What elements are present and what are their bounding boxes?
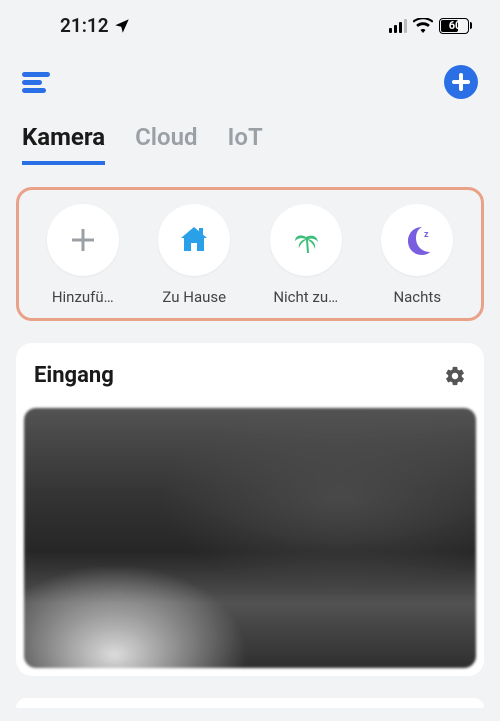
status-indicators: 60 [389, 18, 472, 34]
mode-bar: Hinzufü… Zu Hause Nicht zu… z Nachts [16, 187, 484, 321]
tab-bar: Kamera Cloud IoT [0, 109, 500, 165]
battery-icon: 60 [439, 18, 472, 34]
status-time: 21:12 [60, 14, 131, 37]
status-bar: 21:12 60 [0, 0, 500, 45]
palm-tree-icon [289, 223, 323, 257]
mode-away-label: Nicht zu… [261, 288, 351, 306]
time-label: 21:12 [60, 14, 109, 37]
mode-away[interactable]: Nicht zu… [256, 204, 356, 306]
battery-label: 60 [449, 19, 462, 32]
svg-text:z: z [424, 230, 429, 240]
mode-home-label: Zu Hause [149, 288, 239, 306]
tab-cloud[interactable]: Cloud [135, 123, 197, 165]
tab-kamera[interactable]: Kamera [22, 123, 105, 165]
wifi-icon [413, 18, 433, 33]
location-icon [113, 17, 131, 35]
mode-night-label: Nachts [372, 288, 462, 306]
menu-button[interactable] [22, 70, 52, 94]
plus-icon [67, 224, 99, 256]
add-button[interactable] [444, 65, 478, 99]
app-header [0, 45, 500, 109]
mode-add[interactable]: Hinzufü… [33, 204, 133, 306]
mode-add-label: Hinzufü… [38, 288, 128, 306]
camera-settings-button[interactable] [444, 365, 466, 387]
house-icon [177, 223, 211, 257]
mode-home[interactable]: Zu Hause [144, 204, 244, 306]
moon-icon: z [400, 223, 434, 257]
camera-preview[interactable] [24, 408, 476, 668]
camera-card: Eingang [16, 343, 484, 676]
mode-night[interactable]: z Nachts [367, 204, 467, 306]
cellular-icon [389, 19, 407, 33]
camera-title: Eingang [34, 363, 114, 388]
next-card-peek [16, 698, 484, 708]
tab-iot[interactable]: IoT [228, 123, 263, 165]
